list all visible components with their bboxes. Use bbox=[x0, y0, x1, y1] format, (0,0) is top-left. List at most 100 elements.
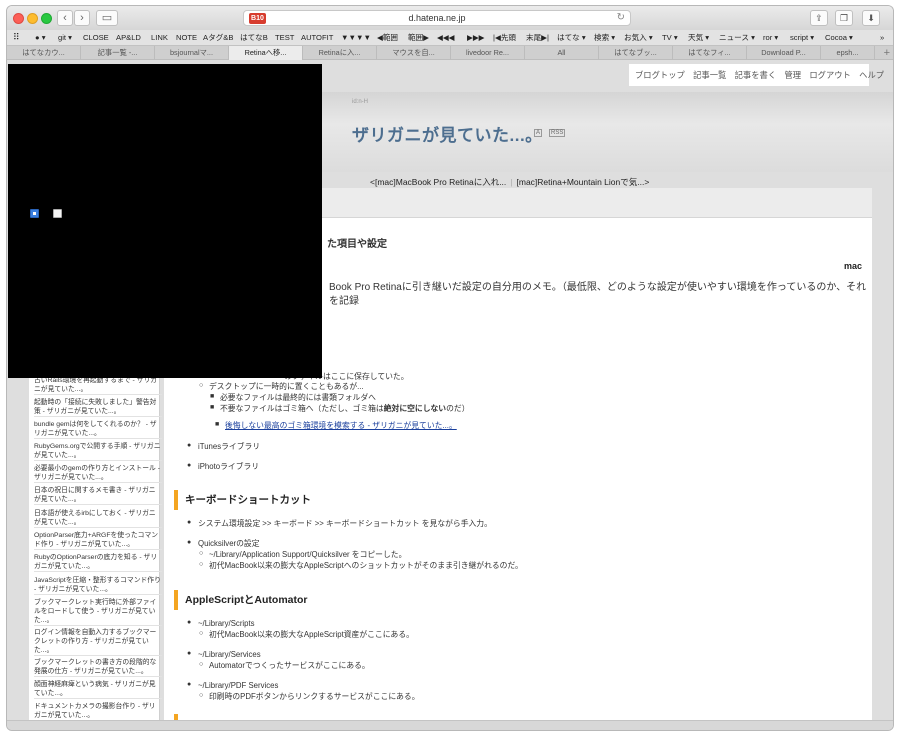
tab-active[interactable]: Retinaへ移... bbox=[229, 46, 303, 60]
link-logout[interactable]: ログアウト bbox=[809, 70, 851, 80]
bookmark-item[interactable]: はてなB bbox=[240, 30, 268, 45]
section-title: た項目や設定 bbox=[327, 239, 387, 250]
bookmark-item[interactable]: ニュース ▾ bbox=[719, 30, 755, 45]
link-blog-top[interactable]: ブログトップ bbox=[635, 70, 685, 80]
trash-article-link[interactable]: 後悔しない最高のゴミ箱環境を模索する - ザリガニが見ていた...。 bbox=[225, 420, 457, 431]
forward-button[interactable]: › bbox=[74, 10, 90, 26]
apple-icon[interactable]: ● ▾ bbox=[35, 30, 46, 45]
bullet-icon: ● bbox=[187, 539, 192, 546]
body-line: デスクトップに一時的に置くこともあるが... bbox=[209, 382, 364, 391]
bookmark-item[interactable]: script ▾ bbox=[790, 30, 814, 45]
bookmark-item[interactable]: ▶▶▶ bbox=[467, 30, 485, 45]
bookmark-item[interactable]: NOTE bbox=[176, 30, 197, 45]
bullet-icon: ○ bbox=[199, 382, 204, 389]
body-line: Automatorでつくったサービスがここにある。 bbox=[209, 661, 370, 670]
sidebar-link[interactable]: ブックマークレットの書き方の段階的な発展の仕方 - ザリガニが見ていた...。 bbox=[34, 658, 162, 677]
new-tab-button[interactable]: + bbox=[884, 46, 890, 60]
sidebar-link[interactable]: JavaScriptを圧縮・整形するコマンド作り - ザリガニが見ていた...。 bbox=[34, 576, 162, 595]
body-line: iPhotoライブラリ bbox=[198, 462, 260, 471]
share-icon[interactable]: ⇪ bbox=[810, 10, 828, 26]
link-write[interactable]: 記事を書く bbox=[735, 70, 777, 80]
entry-navigation: <[mac]MacBook Pro Retinaに入れ... | [mac]Reti… bbox=[370, 177, 650, 187]
sidebar-link[interactable]: bundle gemは何をしてくれるのか？ - ザリガニが見ていた...。 bbox=[34, 420, 162, 439]
back-button[interactable]: ‹ bbox=[57, 10, 73, 26]
more-bookmarks-icon[interactable]: » bbox=[880, 30, 884, 45]
link-help[interactable]: ヘルプ bbox=[859, 70, 884, 80]
blog-id: id:n-H bbox=[352, 99, 369, 105]
sidebar-link[interactable]: RubyGems.orgで公開する手順 - ザリガニが見ていた...。 bbox=[34, 442, 162, 461]
sidebar-link[interactable]: ブックマークレット実行時に外部ファイルをロードして使う - ザリガニが見ていた.… bbox=[34, 598, 162, 626]
bookmark-item[interactable]: ◀範囲 bbox=[377, 30, 398, 45]
sidebar-link[interactable]: 必要最小のgemの作り方とインストール - ザリガニが見ていた...。 bbox=[34, 464, 162, 483]
bookmark-item[interactable]: ror ▾ bbox=[763, 30, 778, 45]
bookmark-item[interactable]: |◀先頭 bbox=[493, 30, 516, 45]
bookmark-item[interactable]: CLOSE bbox=[83, 30, 109, 45]
tab[interactable]: はてなブッ... bbox=[599, 46, 673, 60]
top-sites-icon[interactable]: ⠿ bbox=[13, 30, 20, 45]
feed-label[interactable]: A bbox=[534, 129, 543, 137]
bookmark-item[interactable]: Aタグ&B bbox=[203, 30, 233, 45]
zoom-window-button[interactable] bbox=[41, 13, 52, 24]
checkbox-checked[interactable] bbox=[30, 209, 39, 218]
bookmark-item[interactable]: お気入 ▾ bbox=[624, 30, 653, 45]
tab[interactable]: はてなフィ... bbox=[673, 46, 747, 60]
bookmark-item[interactable]: 範囲▶ bbox=[408, 30, 429, 45]
body-line: ~/Library/Application Support/Quicksilve… bbox=[209, 550, 407, 559]
tab[interactable]: epsh... bbox=[821, 46, 875, 60]
tab-bar: はてなカウ... 記事一覧 -... bsjournalマ... Retinaへ… bbox=[7, 45, 893, 60]
sidebar-link[interactable]: 顔面神経麻痺という病気 - ザリガニが見ていた...。 bbox=[34, 680, 162, 699]
tab[interactable]: Download P... bbox=[747, 46, 821, 60]
bookmark-item[interactable]: はてな ▾ bbox=[557, 30, 586, 45]
bookmark-item[interactable]: 末尾▶| bbox=[526, 30, 549, 45]
bookmark-item[interactable]: Cocoa ▾ bbox=[825, 30, 853, 45]
bookmark-item[interactable]: AUTOFIT bbox=[301, 30, 333, 45]
bookmark-item[interactable]: git ▾ bbox=[58, 30, 72, 45]
sidebar-link[interactable]: 日本語が使えるirbにしておく - ザリガニが見ていた...。 bbox=[34, 509, 162, 528]
sidebar-link[interactable]: 古いRails環境を再起動するまで - ザリガニが見ていた...。 bbox=[34, 376, 162, 395]
checkbox-unchecked[interactable] bbox=[53, 209, 62, 218]
sidebar-link[interactable]: RubyのOptionParserの底力を知る - ザリガニが見ていた...。 bbox=[34, 553, 162, 572]
address-bar[interactable]: B10 d.hatena.ne.jp ↻ bbox=[243, 10, 631, 26]
next-entry-link[interactable]: [mac]Retina+Mountain Lionで気...> bbox=[517, 177, 650, 187]
intro-text: Book Pro Retinaに引き継いだ設定の自分用のメモ。（最低限、どのよう… bbox=[329, 282, 867, 307]
bookmark-item[interactable]: 天気 ▾ bbox=[688, 30, 709, 45]
tabs-overview-icon[interactable]: ❐ bbox=[835, 10, 853, 26]
bookmark-item[interactable]: LINK bbox=[151, 30, 168, 45]
prev-entry-link[interactable]: <[mac]MacBook Pro Retinaに入れ... bbox=[370, 177, 506, 187]
bullet-icon: ● bbox=[187, 462, 192, 469]
bookmark-item[interactable]: TV ▾ bbox=[662, 30, 678, 45]
sidebar-link[interactable]: 起動時の「接続に失敗しました」警告対策 - ザリガニが見ていた...。 bbox=[34, 398, 162, 417]
link-admin[interactable]: 管理 bbox=[784, 70, 801, 80]
bookmark-item[interactable]: 検索 ▾ bbox=[594, 30, 615, 45]
tab[interactable]: Retinaに入... bbox=[303, 46, 377, 60]
sidebar-link[interactable]: ログイン情報を自動入力するブックマークレットの作り方 - ザリガニが見ていた..… bbox=[34, 628, 162, 656]
blog-title[interactable]: ザリガニが見ていた...。 bbox=[352, 121, 543, 146]
bullet-icon: ○ bbox=[199, 630, 204, 637]
sidebar-link[interactable]: ドキュメントカメラの撮影台作り - ザリガニが見ていた...。 bbox=[34, 702, 162, 720]
body-line: Quicksilverの設定 bbox=[198, 539, 260, 548]
hatena-bookmark-badge[interactable]: B10 bbox=[249, 13, 266, 24]
tab[interactable]: All bbox=[525, 46, 599, 60]
sidebar-link[interactable]: 日本の祝日に関するメモ書き - ザリガニが見ていた...。 bbox=[34, 486, 162, 505]
bullet-icon: ○ bbox=[199, 661, 204, 668]
feed-label[interactable]: RSS bbox=[549, 129, 566, 137]
close-window-button[interactable] bbox=[13, 13, 24, 24]
tab[interactable]: はてなカウ... bbox=[7, 46, 81, 60]
tab[interactable]: 記事一覧 -... bbox=[81, 46, 155, 60]
bookmark-item[interactable]: ◀◀◀ bbox=[437, 30, 455, 45]
bookmark-item[interactable]: AP&LD bbox=[116, 30, 141, 45]
bookmark-item[interactable]: ▼▼▼▼ bbox=[341, 30, 371, 45]
sidebar-link[interactable]: OptionParser底力+ARGFを使ったコマンド作り - ザリガニが見てい… bbox=[34, 531, 162, 550]
tab[interactable]: livedoor Re... bbox=[451, 46, 525, 60]
sidebar-toggle-icon[interactable]: ▭ bbox=[96, 10, 118, 26]
bookmark-item[interactable]: TEST bbox=[275, 30, 294, 45]
category-tag[interactable]: mac bbox=[844, 261, 862, 271]
downloads-icon[interactable]: ⬇ bbox=[862, 10, 880, 26]
bullet-icon: ● bbox=[187, 519, 192, 526]
minimize-window-button[interactable] bbox=[27, 13, 38, 24]
link-entries[interactable]: 記事一覧 bbox=[693, 70, 726, 80]
reload-icon[interactable]: ↻ bbox=[617, 11, 625, 25]
black-overlay-panel bbox=[8, 64, 322, 378]
tab[interactable]: bsjournalマ... bbox=[155, 46, 229, 60]
tab[interactable]: マウスを自... bbox=[377, 46, 451, 60]
